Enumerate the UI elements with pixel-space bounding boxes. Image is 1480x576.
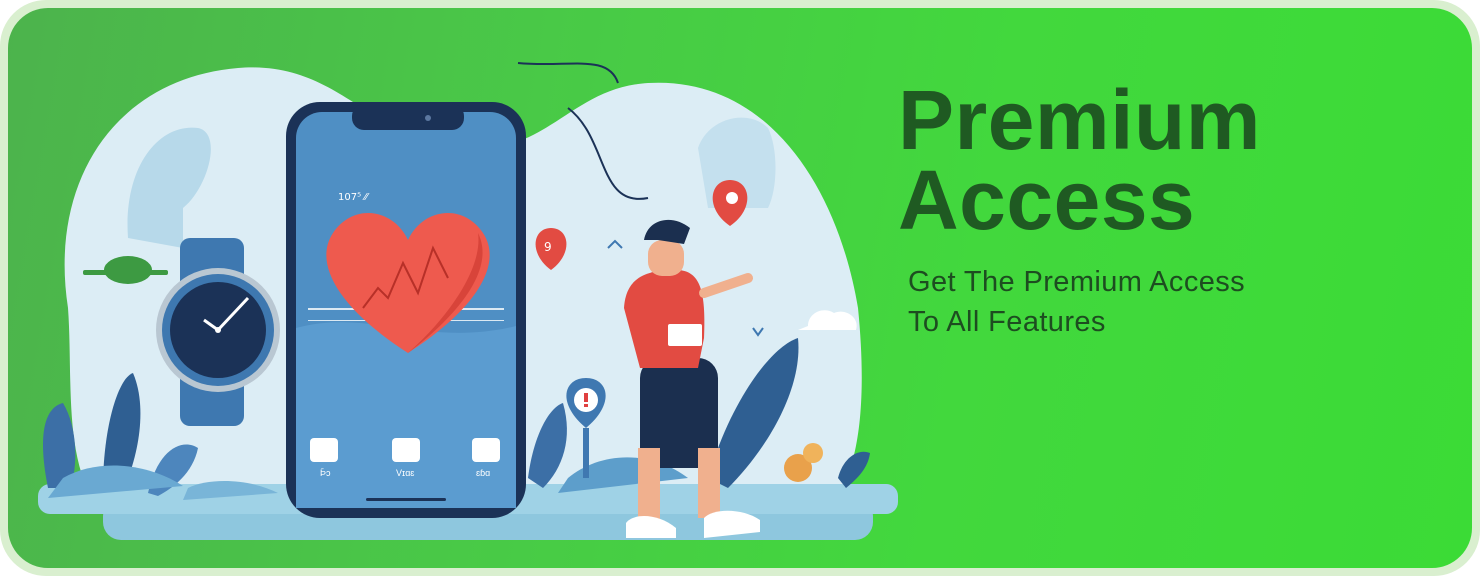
phone-status: 107⁵ ⁄⁄ (338, 192, 370, 203)
title-line-1: Premium (898, 73, 1261, 167)
subtitle-line-1: Get The Premium Access (908, 266, 1246, 298)
svg-text:9: 9 (544, 240, 552, 254)
fitness-illustration: 9 107⁵ ⁄⁄ Þ̄ɔ Vɪɑɛ ɛɓɑ (38, 62, 898, 540)
banner-frame: 9 107⁵ ⁄⁄ Þ̄ɔ Vɪɑɛ ɛɓɑ Premium Access Ge… (0, 0, 1480, 576)
app-label-2: Vɪɑɛ (396, 468, 414, 478)
banner-text: Premium Access Get The Premium Access To… (898, 73, 1458, 342)
subtitle-line-2: To All Features (908, 306, 1106, 338)
app-label-3: ɛɓɑ (476, 468, 490, 478)
app-label-1: Þ̄ɔ (320, 468, 331, 478)
premium-access-banner[interactable]: 9 107⁵ ⁄⁄ Þ̄ɔ Vɪɑɛ ɛɓɑ Premium Access Ge… (8, 8, 1472, 568)
subtitle: Get The Premium Access To All Features (908, 262, 1458, 342)
title-line-2: Access (898, 153, 1196, 247)
